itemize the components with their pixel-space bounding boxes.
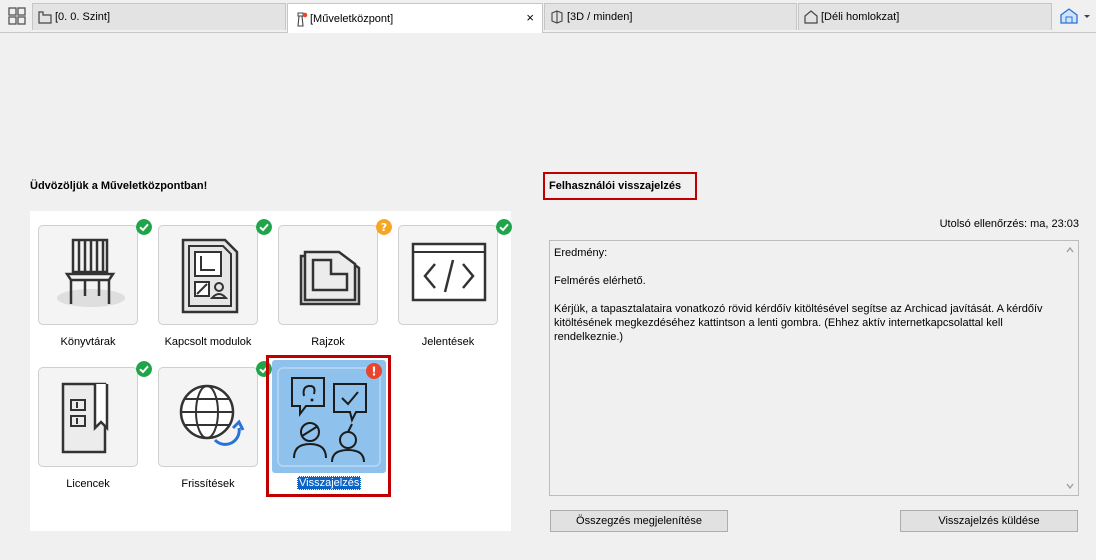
ok-check-badge-icon	[136, 361, 152, 377]
elevation-icon	[804, 10, 818, 24]
vertical-scrollbar[interactable]	[1062, 241, 1078, 495]
tile-frame	[158, 367, 258, 467]
tab-label: [0. 0. Szint]	[55, 11, 111, 23]
floor-plan-icon	[38, 11, 52, 24]
tab-label: [Déli homlokzat]	[821, 11, 900, 23]
tile-label: Könyvtárak	[60, 336, 116, 348]
reports-code-icon	[411, 242, 487, 302]
welcome-title: Üdvözöljük a Műveletközpontban!	[30, 180, 208, 192]
send-feedback-button[interactable]: Visszajelzés küldése	[900, 510, 1078, 532]
show-summary-button[interactable]: Összegzés megjelenítése	[550, 510, 728, 532]
close-icon[interactable]: ×	[526, 11, 534, 24]
tab-label: [Műveletközpont]	[310, 12, 394, 25]
tab-floor-plan[interactable]: [0. 0. Szint]	[32, 3, 286, 30]
tile-label: Rajzok	[311, 336, 345, 348]
feedback-title: Felhasználói visszajelzés	[549, 180, 682, 192]
tab-label: [3D / minden]	[567, 11, 633, 23]
warning-question-badge-icon: ?	[376, 219, 392, 235]
tab-action-center[interactable]: [Műveletközpont] ×	[287, 3, 543, 33]
svg-text:!: !	[371, 365, 376, 379]
tile-frame	[398, 225, 498, 325]
tile-frame	[38, 367, 138, 467]
library-chair-icon	[57, 238, 125, 307]
tile-feedback[interactable]: !	[272, 360, 386, 473]
result-text-area[interactable]: Eredmény: Felmérés elérhető. Kérjük, a t…	[549, 240, 1079, 496]
tile-label: Jelentések	[421, 336, 475, 348]
tile-frame	[158, 225, 258, 325]
tile-label-selected: Visszajelzés	[297, 476, 362, 490]
result-description: Kérjük, a tapasztalataira vonatkozó rövi…	[554, 303, 1043, 343]
tab-overview-grid-icon[interactable]	[6, 5, 28, 27]
3d-cube-icon	[551, 10, 563, 24]
ok-check-badge-icon	[496, 219, 512, 235]
view-switch-house-icon[interactable]	[1058, 7, 1094, 25]
svg-text:?: ?	[381, 221, 387, 234]
tab-south-elevation[interactable]: [Déli homlokzat]	[798, 3, 1052, 30]
drawings-icon	[299, 250, 361, 306]
license-icon	[61, 382, 109, 454]
tile-frame	[278, 225, 378, 325]
result-label: Eredmény:	[554, 247, 608, 259]
ok-check-badge-icon	[136, 219, 152, 235]
tile-label: Kapcsolt modulok	[164, 336, 252, 348]
tile-label: Licencek	[66, 478, 110, 490]
hotlinked-modules-icon	[181, 238, 239, 314]
tile-label: Frissítések	[181, 478, 235, 490]
tile-frame	[38, 225, 138, 325]
updates-globe-icon	[179, 384, 245, 446]
tab-bar: [0. 0. Szint] [Műveletközpont] × [3D / m…	[0, 0, 1096, 33]
action-center-lighthouse-icon	[297, 12, 308, 27]
result-status: Felmérés elérhető.	[554, 275, 646, 287]
tab-3d[interactable]: [3D / minden]	[544, 3, 797, 30]
last-check-timestamp: Utolsó ellenőrzés: ma, 23:03	[939, 218, 1079, 230]
ok-check-badge-icon	[256, 219, 272, 235]
error-exclamation-badge-icon: !	[366, 363, 382, 379]
